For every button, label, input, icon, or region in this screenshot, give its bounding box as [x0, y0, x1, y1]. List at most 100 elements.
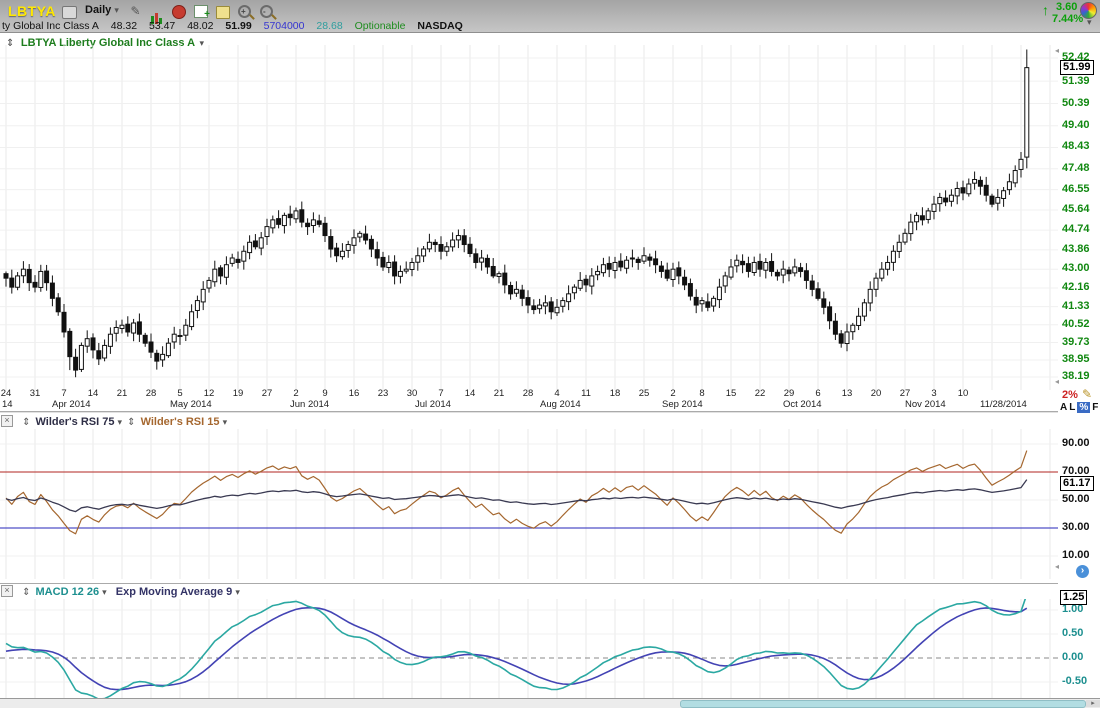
price-change-pct: 7.44% — [1052, 13, 1083, 25]
month-label: Oct 2014 — [783, 399, 822, 410]
x-tick: 8 — [699, 388, 704, 399]
drag-handle-icon[interactable]: ⇕ — [22, 417, 30, 428]
scrollbar-right-arrow[interactable]: ▸ — [1086, 700, 1100, 707]
rsi-axis-label: 90.00 — [1062, 437, 1090, 449]
top-toolbar: LBTYA Daily ▾ ✎ + + - ↑ 3.60 7.44% ▾ ty … — [0, 0, 1100, 33]
x-axis: 2431714212851219272916233071421284111825… — [0, 385, 1058, 411]
quote-exchange: NASDAQ — [417, 20, 463, 32]
chevron-down-icon[interactable]: ▾ — [1087, 17, 1092, 28]
panel-separator — [0, 583, 1100, 584]
notes-icon[interactable] — [216, 6, 230, 19]
price-axis-label: 38.95 — [1062, 353, 1090, 365]
price-axis-label: 43.86 — [1062, 243, 1090, 255]
x-tick: 14 — [465, 388, 476, 399]
rsi-axis-label: 30.00 — [1062, 521, 1090, 533]
x-tick: 30 — [407, 388, 418, 399]
quote-open: 48.32 — [111, 20, 137, 32]
x-tick: 21 — [117, 388, 128, 399]
month-label: Nov 2014 — [905, 399, 946, 410]
x-tick: 23 — [378, 388, 389, 399]
price-axis-label: 40.52 — [1062, 318, 1090, 330]
chevron-down-icon[interactable]: ▾ — [223, 417, 228, 427]
axis-scroll-icon[interactable]: ◂ — [1055, 377, 1059, 386]
price-axis-label: 48.43 — [1062, 140, 1090, 152]
macd-chart[interactable] — [0, 599, 1058, 708]
month-label: Aug 2014 — [540, 399, 581, 410]
x-tick: 31 — [30, 388, 41, 399]
x-tick: 6 — [815, 388, 820, 399]
drag-handle-icon[interactable]: ⇕ — [22, 587, 30, 598]
axis-scroll-icon[interactable]: ◂ — [1055, 46, 1059, 55]
zoom-in-icon[interactable]: + — [238, 5, 251, 18]
timeframe-dropdown[interactable]: Daily ▾ — [85, 4, 119, 16]
x-tick: 18 — [610, 388, 621, 399]
mode-arithmetic[interactable]: A — [1060, 402, 1067, 413]
quote-low: 48.02 — [187, 20, 213, 32]
panel-expand-icon[interactable]: › — [1076, 565, 1089, 578]
alarm-icon[interactable] — [172, 5, 186, 19]
chevron-down-icon[interactable]: ▾ — [118, 417, 123, 427]
price-change: 3.60 — [1056, 1, 1077, 13]
chevron-down-icon[interactable]: ▾ — [102, 587, 107, 597]
price-axis-label: 41.33 — [1062, 300, 1090, 312]
x-tick: 2 — [293, 388, 298, 399]
close-icon[interactable]: × — [1, 585, 13, 597]
current-rsi-box: 61.17 — [1060, 476, 1094, 491]
active-symbol: LBTYA — [8, 3, 56, 19]
x-tick: 13 — [842, 388, 853, 399]
mode-log[interactable]: L — [1069, 402, 1075, 413]
axis-scroll-icon[interactable]: ◂ — [1055, 562, 1059, 571]
x-tick: 22 — [755, 388, 766, 399]
drag-handle-icon[interactable]: ⇕ — [127, 417, 135, 428]
x-tick: 7 — [438, 388, 443, 399]
mode-percent[interactable]: % — [1077, 402, 1090, 413]
quote-bar: ty Global Inc Class A 48.32 53.47 48.02 … — [2, 20, 472, 32]
macd-axis-label: 0.50 — [1062, 627, 1083, 639]
draw-tools-icon[interactable]: ✎ — [128, 4, 143, 18]
quote-pe: 28.68 — [316, 20, 342, 32]
rsi75-label[interactable]: Wilder's RSI 75 — [36, 416, 115, 428]
macd-label[interactable]: MACD 12 26 — [36, 586, 100, 598]
current-price-box: 51.99 — [1060, 60, 1094, 75]
month-label: 14 — [2, 399, 13, 410]
quote-volume: 5704000 — [264, 20, 305, 32]
x-tick: 14 — [88, 388, 99, 399]
horizontal-scrollbar[interactable]: ▸ — [0, 698, 1100, 708]
rsi-chart[interactable] — [0, 429, 1058, 579]
price-axis-label: 47.48 — [1062, 162, 1090, 174]
x-tick: 2 — [670, 388, 675, 399]
timeframe-label: Daily — [85, 4, 111, 16]
x-tick: 21 — [494, 388, 505, 399]
x-tick: 27 — [262, 388, 273, 399]
add-indicator-icon[interactable]: + — [194, 5, 208, 18]
ema-label[interactable]: Exp Moving Average 9 — [116, 586, 233, 598]
macd-axis-label: -0.50 — [1062, 675, 1087, 687]
pencil-icon[interactable]: ✎ — [1082, 387, 1092, 401]
chart-page-icon[interactable] — [62, 6, 77, 19]
candles — [4, 49, 1029, 377]
x-tick: 28 — [523, 388, 534, 399]
scale-mode-switch[interactable]: AL%F — [1060, 402, 1100, 413]
x-tick: 5 — [177, 388, 182, 399]
scrollbar-thumb[interactable] — [680, 700, 1086, 708]
rsi-axis-label: 10.00 — [1062, 549, 1090, 561]
x-tick: 28 — [146, 388, 157, 399]
chevron-down-icon[interactable]: ▾ — [235, 587, 240, 597]
month-label: Jul 2014 — [415, 399, 451, 410]
rsi-panel-header: × ⇕ Wilder's RSI 75 ▾ ⇕ Wilder's RSI 15 … — [0, 415, 1058, 429]
current-macd-box: 1.25 — [1060, 590, 1087, 605]
x-tick: 25 — [639, 388, 650, 399]
zoom-out-icon[interactable]: - — [260, 5, 273, 18]
mode-fixed[interactable]: F — [1092, 402, 1098, 413]
x-tick: 15 — [726, 388, 737, 399]
x-tick: 11 — [581, 388, 591, 399]
company-name: ty Global Inc Class A — [2, 20, 99, 32]
rsi-axis-label: 50.00 — [1062, 493, 1090, 505]
rsi15-label[interactable]: Wilder's RSI 15 — [141, 416, 220, 428]
macd-axis-label: 0.00 — [1062, 651, 1083, 663]
close-icon[interactable]: × — [1, 415, 13, 427]
candlestick-chart[interactable] — [0, 45, 1058, 390]
price-axis-label: 43.00 — [1062, 262, 1090, 274]
panel-separator-light — [0, 412, 1100, 413]
month-label: Jun 2014 — [290, 399, 329, 410]
